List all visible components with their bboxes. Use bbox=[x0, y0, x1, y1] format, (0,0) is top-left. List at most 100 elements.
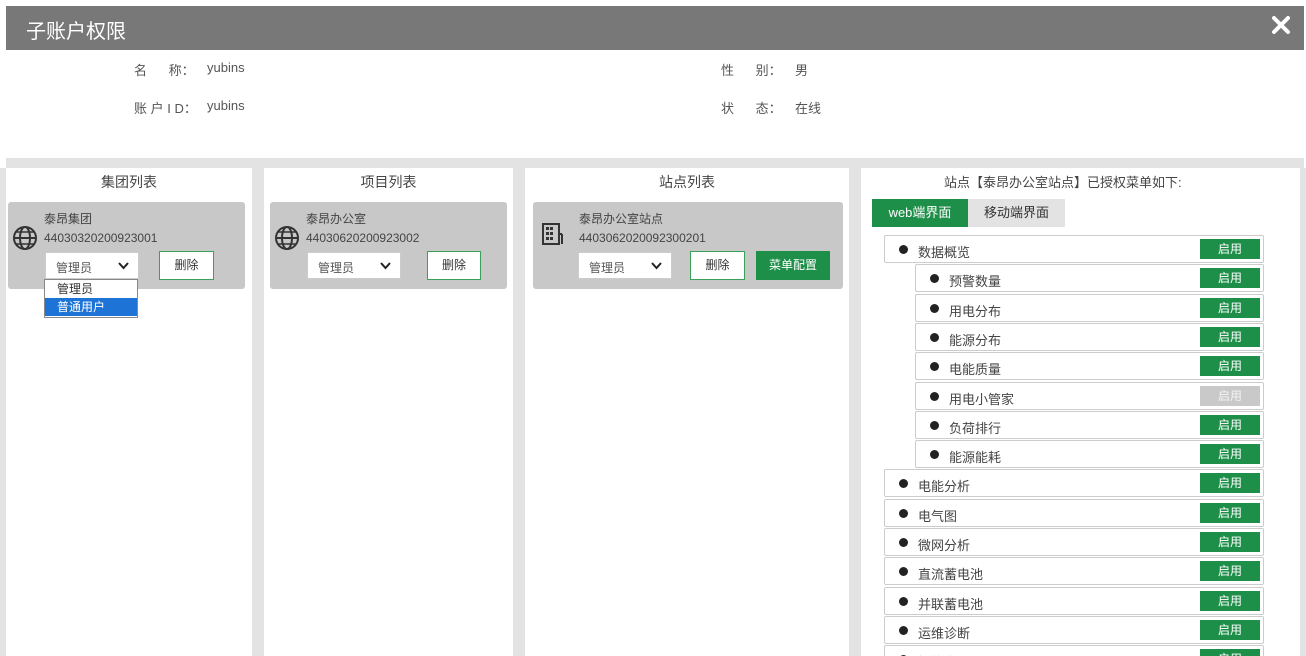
menu-item-row: 微网分析 启用 bbox=[884, 528, 1264, 556]
station-list-header: 站点列表 bbox=[659, 174, 715, 190]
column-gutter bbox=[0, 168, 6, 656]
status-label: 状 态： bbox=[721, 101, 782, 116]
bullet-icon bbox=[930, 421, 939, 430]
bullet-icon bbox=[899, 626, 908, 635]
globe-icon bbox=[13, 226, 37, 250]
menu-item-row: 电气图 启用 bbox=[884, 499, 1264, 527]
role-option-admin[interactable]: 管理员 bbox=[45, 280, 137, 298]
section-divider bbox=[6, 158, 1304, 168]
chevron-down-icon bbox=[651, 262, 662, 270]
menu-item-label: 电能质量 bbox=[949, 362, 1002, 377]
bullet-icon bbox=[899, 597, 908, 606]
menu-config-button[interactable]: 菜单配置 bbox=[756, 251, 830, 280]
menu-item-label: 并联蓄电池 bbox=[918, 597, 984, 612]
bullet-icon bbox=[899, 567, 908, 576]
enable-toggle-button[interactable]: 启用 bbox=[1200, 620, 1260, 640]
station-card[interactable]: 泰昂办公室站点 4403062020092300201 管理员 删除 菜单配置 bbox=[533, 202, 843, 289]
tab-web[interactable]: web端界面 bbox=[872, 199, 968, 227]
enable-toggle-button[interactable]: 启用 bbox=[1200, 503, 1260, 523]
menu-item-label: 电能分析 bbox=[918, 479, 971, 494]
building-icon bbox=[542, 223, 563, 245]
account-id-label: 账 户 I D： bbox=[134, 101, 197, 116]
gender-label: 性 别： bbox=[721, 63, 782, 78]
station-delete-button[interactable]: 删除 bbox=[690, 251, 745, 280]
station-role-value: 管理员 bbox=[589, 261, 626, 275]
project-card[interactable]: 泰昂办公室 44030620200923002 管理员 删除 bbox=[270, 202, 507, 289]
enable-toggle-button[interactable]: 启用 bbox=[1200, 327, 1260, 347]
bullet-icon bbox=[930, 333, 939, 342]
station-name: 泰昂办公室站点 bbox=[579, 212, 664, 226]
bullet-icon bbox=[930, 274, 939, 283]
menu-item-label: 预警数量 bbox=[949, 274, 1002, 289]
chevron-down-icon bbox=[380, 262, 391, 270]
menu-item-row: 并联蓄电池 启用 bbox=[884, 587, 1264, 615]
group-card[interactable]: 泰昂集团 44030320200923001 管理员 删除 bbox=[8, 202, 245, 289]
name-label: 名 称： bbox=[134, 63, 195, 78]
station-role-select[interactable]: 管理员 bbox=[578, 252, 672, 279]
enable-toggle-button[interactable]: 启用 bbox=[1200, 298, 1260, 318]
group-name: 泰昂集团 bbox=[44, 212, 93, 226]
menu-item-label: 用电分布 bbox=[949, 304, 1002, 319]
bullet-icon bbox=[899, 509, 908, 518]
status-value: 在线 bbox=[795, 101, 822, 116]
enable-toggle-button[interactable]: 启用 bbox=[1200, 444, 1260, 464]
column-gutter bbox=[849, 168, 861, 656]
enable-toggle-button[interactable]: 启用 bbox=[1200, 591, 1260, 611]
project-delete-button[interactable]: 删除 bbox=[427, 251, 481, 280]
project-list-header: 项目列表 bbox=[360, 174, 417, 190]
menu-item-row: 数据概览 启用 bbox=[884, 235, 1264, 263]
menu-item-row: 负荷排行 启用 bbox=[915, 411, 1264, 439]
menu-item-row: 用电分布 启用 bbox=[915, 294, 1264, 322]
group-delete-button[interactable]: 删除 bbox=[159, 251, 214, 280]
station-code: 4403062020092300201 bbox=[579, 231, 706, 245]
gender-value: 男 bbox=[795, 63, 809, 78]
menu-item-row: 电能分析 启用 bbox=[884, 469, 1264, 497]
group-role-value: 管理员 bbox=[56, 261, 93, 275]
chevron-down-icon bbox=[118, 262, 129, 270]
group-role-select[interactable]: 管理员 bbox=[45, 252, 139, 279]
bullet-icon bbox=[930, 392, 939, 401]
menu-item-label: 智能安防 bbox=[918, 652, 970, 656]
project-name: 泰昂办公室 bbox=[306, 212, 367, 226]
project-role-value: 管理员 bbox=[318, 261, 355, 275]
project-role-select[interactable]: 管理员 bbox=[307, 252, 401, 279]
enable-toggle-button[interactable]: 启用 bbox=[1200, 561, 1260, 581]
bullet-icon bbox=[930, 304, 939, 313]
group-list-header: 集团列表 bbox=[101, 174, 157, 190]
tab-mobile[interactable]: 移动端界面 bbox=[968, 199, 1065, 227]
column-gutter bbox=[252, 168, 264, 656]
dialog-title-bar: 子账户权限 bbox=[6, 6, 1304, 50]
bullet-icon bbox=[899, 245, 908, 254]
enable-toggle-button[interactable]: 启用 bbox=[1200, 473, 1260, 493]
enable-toggle-button[interactable]: 启用 bbox=[1200, 268, 1260, 288]
menu-item-row: 用电小管家 启用 bbox=[915, 382, 1264, 410]
menu-item-label: 数据概览 bbox=[918, 245, 971, 260]
column-gutter bbox=[513, 168, 525, 656]
dialog-title: 子账户权限 bbox=[26, 21, 126, 43]
close-icon[interactable] bbox=[1270, 14, 1292, 36]
menu-item-row: 能源分布 启用 bbox=[915, 323, 1264, 351]
menu-item-label: 直流蓄电池 bbox=[918, 567, 984, 582]
menu-item-label: 运维诊断 bbox=[918, 626, 971, 641]
menu-item-row: 电能质量 启用 bbox=[915, 352, 1264, 380]
bullet-icon bbox=[899, 538, 908, 547]
bullet-icon bbox=[930, 362, 939, 371]
globe-icon bbox=[275, 226, 299, 250]
group-code: 44030320200923001 bbox=[44, 231, 158, 245]
menu-item-row: 预警数量 启用 bbox=[915, 264, 1264, 292]
enable-toggle-button[interactable]: 启用 bbox=[1200, 415, 1260, 435]
bullet-icon bbox=[930, 450, 939, 459]
menu-item-label: 用电小管家 bbox=[949, 392, 1015, 407]
role-dropdown-list[interactable]: 管理员 普通用户 bbox=[44, 279, 138, 318]
enable-toggle-button[interactable]: 启用 bbox=[1200, 386, 1260, 406]
enable-toggle-button[interactable]: 启用 bbox=[1200, 649, 1260, 656]
enable-toggle-button[interactable]: 启用 bbox=[1200, 356, 1260, 376]
menu-item-label: 能源分布 bbox=[949, 333, 1002, 348]
account-id-value: yubins bbox=[207, 98, 245, 113]
enable-toggle-button[interactable]: 启用 bbox=[1200, 239, 1260, 259]
column-gutter bbox=[1300, 168, 1306, 656]
project-code: 44030620200923002 bbox=[306, 231, 420, 245]
bullet-icon bbox=[899, 479, 908, 488]
enable-toggle-button[interactable]: 启用 bbox=[1200, 532, 1260, 552]
role-option-normal-user[interactable]: 普通用户 bbox=[45, 298, 137, 316]
